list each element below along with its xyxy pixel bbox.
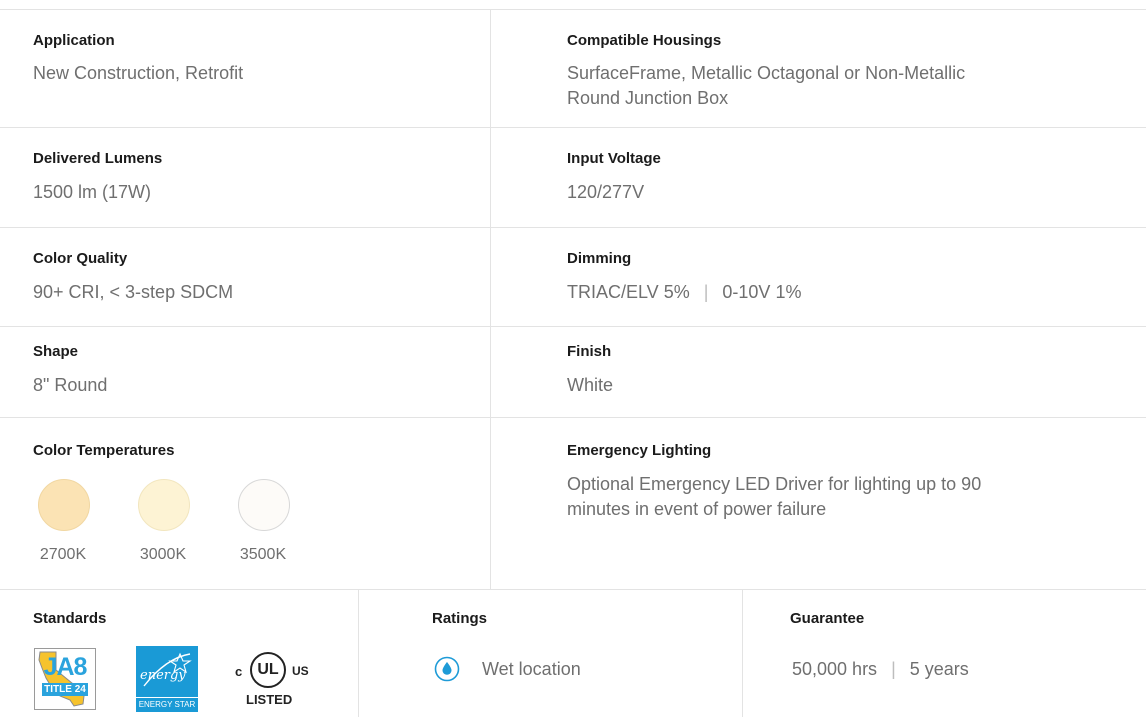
standards-label: Standards [33, 610, 107, 627]
guarantee-label: Guarantee [790, 610, 865, 627]
guarantee-hours: 50,000 hrs [792, 659, 878, 679]
row-divider [0, 326, 1146, 327]
swatch-2700k[interactable] [38, 479, 90, 531]
delivered-lumens-label: Delivered Lumens [33, 150, 163, 167]
finish-value: White [567, 375, 614, 395]
dimming-option-triac: TRIAC/ELV 5% [567, 282, 690, 302]
row-divider [0, 227, 1146, 228]
ul-listed-text: LISTED [246, 692, 293, 707]
application-label: Application [33, 32, 115, 49]
input-voltage-label: Input Voltage [567, 150, 661, 167]
dimming-separator: | [703, 282, 709, 302]
swatch-3000k[interactable] [138, 479, 190, 531]
ja8-title24-logo: JA8 TITLE 24 [34, 648, 96, 710]
ja8-logo-subtitle: TITLE 24 [42, 683, 88, 696]
energy-star-script: energy [140, 668, 186, 683]
dimming-value: TRIAC/ELV 5% | 0-10V 1% [567, 280, 801, 305]
ul-listed-logo: c UL US LISTED [230, 648, 330, 714]
dimming-option-0-10v: 0-10V 1% [722, 282, 802, 302]
compatible-housings-line2: Round Junction Box [567, 88, 729, 108]
color-quality-label: Color Quality [33, 250, 128, 267]
ja8-logo-title: JA8 [43, 653, 88, 681]
ul-c-mark: c [235, 664, 243, 679]
color-temperatures-label: Color Temperatures [33, 442, 175, 459]
emergency-lighting-line1: Optional Emergency LED Driver for lighti… [567, 474, 982, 494]
shape-value: 8" Round [33, 375, 108, 395]
footer-divider [742, 589, 743, 717]
energy-star-text: ENERGY STAR [136, 697, 198, 712]
energy-star-logo: energy ENERGY STAR [136, 646, 198, 712]
column-divider [490, 9, 491, 589]
ul-us-mark: US [292, 664, 309, 678]
compatible-housings-line1: SurfaceFrame, Metallic Octagonal or Non-… [567, 63, 966, 83]
swatch-label-3000k: 3000K [139, 546, 187, 563]
swatch-3500k[interactable] [238, 479, 290, 531]
delivered-lumens-value: 1500 lm (17W) [33, 182, 152, 202]
row-divider [0, 417, 1146, 418]
ratings-label: Ratings [432, 610, 488, 627]
top-divider [0, 9, 1146, 10]
emergency-lighting-line2: minutes in event of power failure [567, 499, 827, 519]
footer-divider [358, 589, 359, 717]
compatible-housings-label: Compatible Housings [567, 32, 722, 49]
emergency-lighting-label: Emergency Lighting [567, 442, 712, 459]
dimming-label: Dimming [567, 250, 632, 267]
input-voltage-value: 120/277V [567, 182, 645, 202]
guarantee-separator: | [891, 659, 896, 679]
swatch-label-2700k: 2700K [39, 546, 87, 563]
emergency-lighting-value: Optional Emergency LED Driver for lighti… [567, 472, 981, 522]
row-divider [0, 127, 1146, 128]
application-value: New Construction, Retrofit [33, 63, 244, 83]
shape-label: Shape [33, 343, 79, 360]
finish-label: Finish [567, 343, 612, 360]
guarantee-years: 5 years [909, 659, 969, 679]
row-divider [0, 589, 1146, 590]
color-quality-value: 90+ CRI, < 3-step SDCM [33, 282, 234, 302]
ul-mark: UL [257, 661, 279, 678]
water-drop-icon [434, 656, 460, 682]
guarantee-value: 50,000 hrs | 5 years [792, 657, 969, 682]
ul-circle-icon: UL [250, 652, 286, 688]
swatch-label-3500k: 3500K [239, 546, 287, 563]
compatible-housings-value: SurfaceFrame, Metallic Octagonal or Non-… [567, 61, 965, 111]
ratings-value: Wet location [482, 659, 581, 679]
